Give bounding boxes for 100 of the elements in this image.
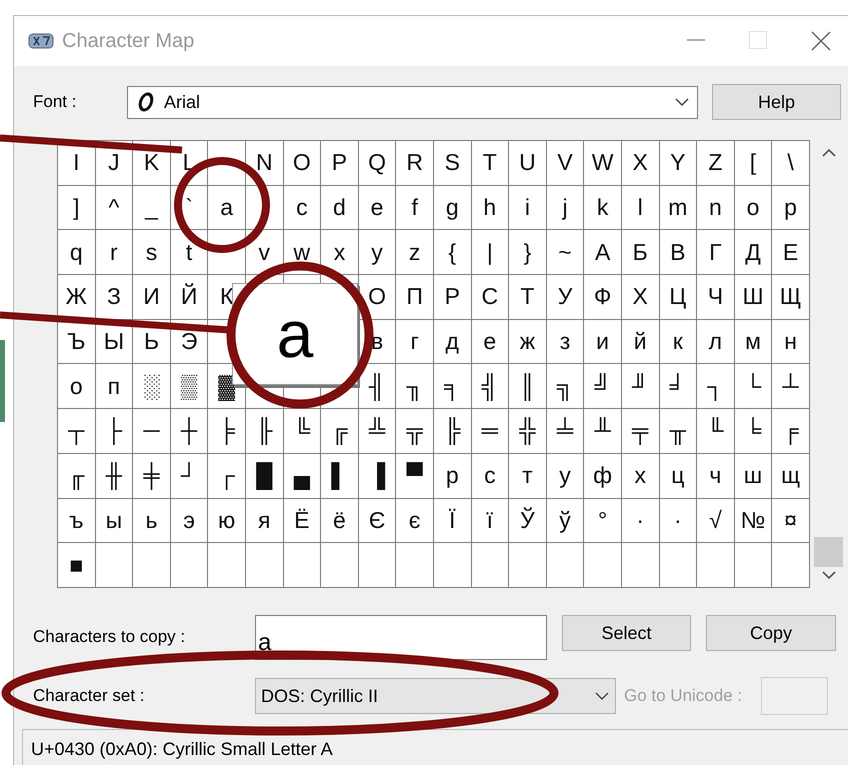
character-cell[interactable]: X xyxy=(622,141,658,185)
character-cell[interactable]: e xyxy=(358,186,396,230)
character-cell[interactable]: Є xyxy=(358,498,396,542)
character-cell[interactable]: ║ xyxy=(509,364,546,408)
character-set-dropdown[interactable]: DOS: Cyrillic II xyxy=(255,678,616,714)
character-cell[interactable]: с xyxy=(472,454,508,498)
character-cell[interactable]: С xyxy=(472,275,508,319)
character-cell[interactable]: Ё xyxy=(284,498,320,542)
character-cell[interactable]: ╜ xyxy=(622,364,658,408)
character-cell[interactable]: м xyxy=(734,320,772,364)
scroll-up-icon[interactable] xyxy=(822,148,836,157)
character-cell[interactable]: ° xyxy=(584,498,621,542)
character-cell[interactable]: k xyxy=(584,186,621,230)
character-cell[interactable]: ¤ xyxy=(772,498,809,542)
character-cell[interactable]: ф xyxy=(584,454,621,498)
character-cell[interactable]: _ xyxy=(133,186,170,230)
character-cell[interactable]: n xyxy=(697,186,734,230)
character-cell[interactable]: l xyxy=(622,186,658,230)
character-cell[interactable]: ┘ xyxy=(170,454,208,498)
character-cell[interactable]: { xyxy=(434,230,471,274)
character-cell[interactable]: √ xyxy=(697,498,734,542)
character-cell[interactable]: x xyxy=(321,230,358,274)
characters-to-copy-field[interactable]: а xyxy=(255,615,547,660)
character-cell[interactable]: U xyxy=(509,141,546,185)
character-cell[interactable]: Ъ xyxy=(58,320,95,364)
character-cell[interactable]: ╥ xyxy=(660,409,696,453)
character-cell[interactable]: ╔ xyxy=(321,409,358,453)
character-cell[interactable]: ╩ xyxy=(358,409,396,453)
character-cell[interactable]: № xyxy=(734,498,772,542)
character-cell[interactable]: ч xyxy=(697,454,734,498)
character-cell[interactable]: У xyxy=(546,275,584,319)
character-cell[interactable]: ╬ xyxy=(509,409,546,453)
character-cell[interactable]: д xyxy=(434,320,471,364)
character-cell[interactable]: Г xyxy=(697,230,734,274)
character-cell[interactable]: ∙ xyxy=(622,498,658,542)
close-icon[interactable] xyxy=(811,31,831,51)
character-cell[interactable]: у xyxy=(546,454,584,498)
character-cell[interactable]: h xyxy=(472,186,508,230)
character-cell[interactable]: ю xyxy=(208,498,245,542)
character-cell[interactable]: ╟ xyxy=(246,409,283,453)
character-cell[interactable]: х xyxy=(622,454,658,498)
character-cell[interactable]: ┴ xyxy=(772,364,809,408)
character-cell[interactable]: ж xyxy=(509,320,546,364)
character-cell[interactable]: ■ xyxy=(58,543,95,587)
character-cell[interactable]: Ж xyxy=(58,275,95,319)
character-cell[interactable]: ▐ xyxy=(358,454,396,498)
character-cell[interactable]: и xyxy=(584,320,621,364)
character-cell[interactable]: i xyxy=(509,186,546,230)
character-cell[interactable]: ] xyxy=(58,186,95,230)
character-cell[interactable]: В xyxy=(660,230,696,274)
character-cell[interactable]: ш xyxy=(734,454,772,498)
character-cell[interactable]: ╝ xyxy=(584,364,621,408)
character-cell[interactable]: ─ xyxy=(133,409,170,453)
character-cell[interactable]: r xyxy=(96,230,132,274)
character-cell[interactable]: Х xyxy=(622,275,658,319)
character-cell[interactable]: ╣ xyxy=(472,364,508,408)
character-cell[interactable]: ▄ xyxy=(284,454,320,498)
character-cell[interactable]: ╘ xyxy=(734,409,772,453)
character-cell[interactable]: з xyxy=(546,320,584,364)
character-cell[interactable]: q xyxy=(58,230,95,274)
character-cell[interactable]: ё xyxy=(321,498,358,542)
character-cell[interactable]: Ф xyxy=(584,275,621,319)
character-cell[interactable]: Ш xyxy=(734,275,772,319)
character-cell[interactable]: ╖ xyxy=(396,364,433,408)
character-cell[interactable]: г xyxy=(396,320,433,364)
character-cell[interactable]: \ xyxy=(772,141,809,185)
character-cell[interactable]: d xyxy=(321,186,358,230)
character-cell[interactable]: л xyxy=(697,320,734,364)
character-cell[interactable]: Y xyxy=(660,141,696,185)
character-cell[interactable]: ╧ xyxy=(546,409,584,453)
character-cell[interactable]: · xyxy=(660,498,696,542)
character-cell[interactable]: П xyxy=(396,275,433,319)
character-cell[interactable]: ╛ xyxy=(660,364,696,408)
character-cell[interactable]: р xyxy=(434,454,471,498)
character-cell[interactable]: ъ xyxy=(58,498,95,542)
character-cell[interactable]: е xyxy=(472,320,508,364)
font-dropdown[interactable]: Arial xyxy=(127,86,698,118)
character-cell[interactable]: Ц xyxy=(660,275,696,319)
character-cell[interactable]: И xyxy=(133,275,170,319)
character-cell[interactable]: ╫ xyxy=(96,454,132,498)
character-cell[interactable]: ╒ xyxy=(772,409,809,453)
character-cell[interactable]: Ч xyxy=(697,275,734,319)
character-cell[interactable]: к xyxy=(660,320,696,364)
character-cell[interactable]: [ xyxy=(734,141,772,185)
character-cell[interactable]: ╚ xyxy=(284,409,320,453)
character-cell[interactable]: н xyxy=(772,320,809,364)
character-cell[interactable]: ▌ xyxy=(321,454,358,498)
character-cell[interactable]: | xyxy=(472,230,508,274)
character-cell[interactable]: э xyxy=(170,498,208,542)
character-cell[interactable]: ┼ xyxy=(170,409,208,453)
character-cell[interactable]: Й xyxy=(170,275,208,319)
character-cell[interactable]: ╪ xyxy=(133,454,170,498)
character-cell[interactable]: } xyxy=(509,230,546,274)
character-cell[interactable]: o xyxy=(734,186,772,230)
character-cell[interactable]: Z xyxy=(697,141,734,185)
character-cell[interactable]: ╙ xyxy=(697,409,734,453)
character-cell[interactable]: ╕ xyxy=(434,364,471,408)
character-cell[interactable]: ^ xyxy=(96,186,132,230)
character-cell[interactable]: V xyxy=(546,141,584,185)
character-cell[interactable]: й xyxy=(622,320,658,364)
